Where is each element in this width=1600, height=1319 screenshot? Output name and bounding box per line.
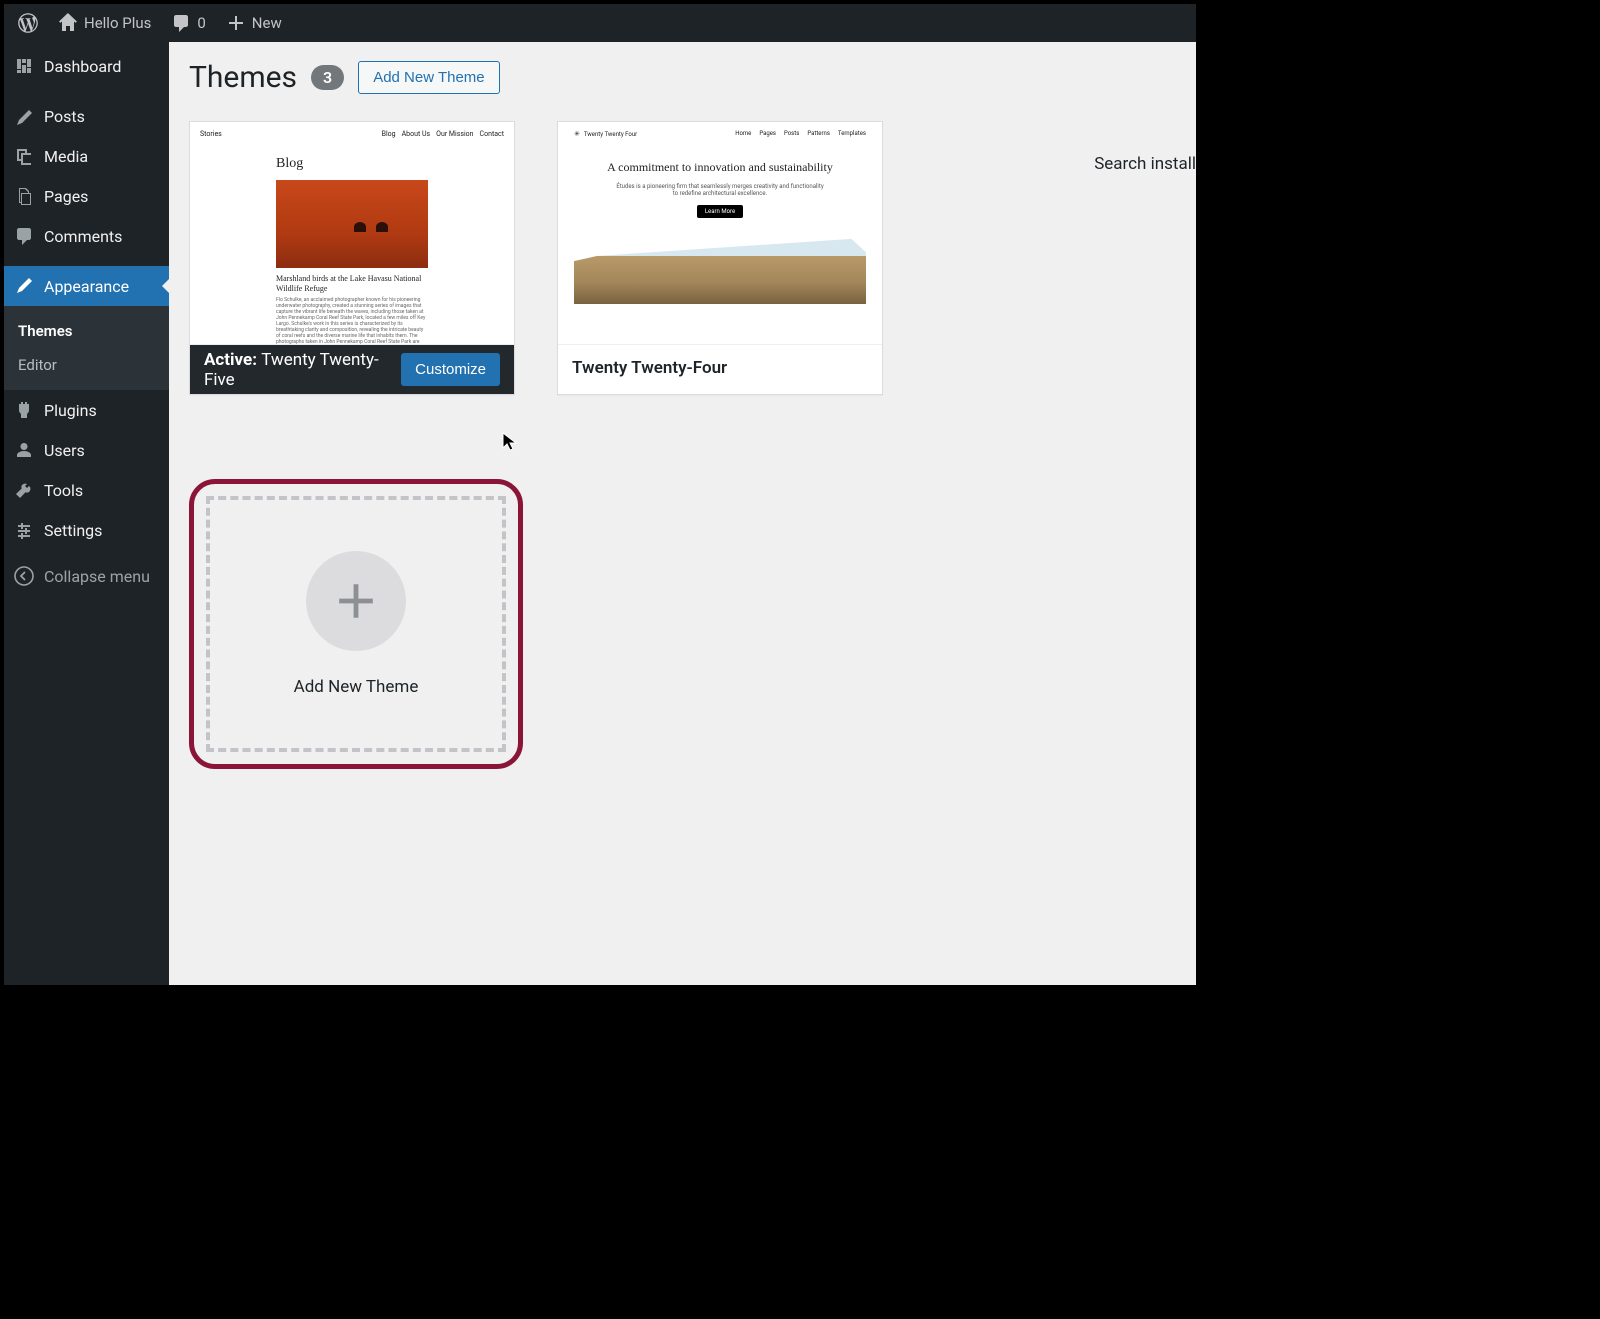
dashboard-icon [14, 56, 34, 76]
menu-label: Collapse menu [44, 567, 150, 586]
plus-icon [332, 577, 380, 625]
menu-label: Settings [44, 521, 102, 540]
shot-heading: Blog [276, 156, 428, 172]
shot-image [276, 180, 428, 268]
collapse-menu[interactable]: Collapse menu [4, 556, 169, 596]
comments-link[interactable]: 0 [163, 4, 213, 42]
submenu-item-editor[interactable]: Editor [4, 348, 169, 382]
sidebar-item-comments[interactable]: Comments [4, 216, 169, 256]
themes-count-badge: 3 [311, 65, 344, 90]
sidebar-item-users[interactable]: Users [4, 430, 169, 470]
search-themes-label: Search install [1094, 154, 1196, 174]
shot-nav: Pages [759, 130, 776, 138]
plus-icon [226, 13, 246, 33]
theme-name: Twenty Twenty-Four [572, 358, 727, 378]
theme-name: Active: Twenty Twenty-Five [204, 350, 401, 390]
appearance-icon [14, 276, 34, 296]
customize-button[interactable]: Customize [401, 353, 500, 386]
submenu-item-themes[interactable]: Themes [4, 314, 169, 348]
shot-nav: Contact [480, 130, 504, 138]
tools-icon [14, 480, 34, 500]
shot-nav: Patterns [807, 130, 830, 138]
shot-nav: Blog [382, 130, 396, 138]
comments-count: 0 [197, 14, 205, 32]
home-icon [58, 13, 78, 33]
site-name: Hello Plus [84, 14, 151, 32]
page-title: Themes [189, 60, 297, 95]
pages-icon [14, 186, 34, 206]
collapse-icon [14, 566, 34, 586]
shot-body: Flo Schulke, an acclaimed photographer k… [276, 297, 428, 344]
admin-sidebar: Dashboard Posts Media Pages Comments [4, 42, 169, 985]
shot-nav: Our Mission [436, 130, 473, 138]
plus-circle-icon [306, 551, 406, 651]
wordpress-icon [18, 13, 38, 33]
theme-footer: Active: Twenty Twenty-Five Customize [190, 344, 514, 394]
shot-cta: Learn More [697, 205, 743, 218]
theme-screenshot: ✳ Twenty Twenty Four Home Pages Posts Pa… [558, 122, 882, 344]
shot-image [574, 230, 866, 304]
new-label: New [252, 14, 282, 32]
appearance-submenu: Themes Editor [4, 306, 169, 390]
menu-label: Dashboard [44, 57, 121, 76]
shot-heading: A commitment to innovation and sustainab… [574, 160, 866, 175]
sidebar-item-settings[interactable]: Settings [4, 510, 169, 550]
users-icon [14, 440, 34, 460]
theme-screenshot: Stories Blog About Us Our Mission Contac… [190, 122, 514, 344]
active-prefix: Active: [204, 350, 257, 370]
sidebar-item-tools[interactable]: Tools [4, 470, 169, 510]
menu-label: Posts [44, 107, 85, 126]
shot-nav: Home [735, 130, 751, 138]
page-header: Themes 3 Add New Theme [189, 60, 1176, 95]
site-name-link[interactable]: Hello Plus [50, 4, 159, 42]
add-new-theme-button[interactable]: Add New Theme [358, 61, 499, 94]
themes-grid: Stories Blog About Us Our Mission Contac… [189, 121, 1176, 769]
shot-nav: Posts [784, 130, 799, 138]
sidebar-item-media[interactable]: Media [4, 136, 169, 176]
menu-label: Media [44, 147, 88, 166]
comment-icon [171, 13, 191, 33]
shot-sub: Études is a pioneering firm that seamles… [614, 183, 826, 197]
plugins-icon [14, 400, 34, 420]
menu-label: Appearance [44, 277, 129, 296]
comments-icon [14, 226, 34, 246]
pin-icon [14, 106, 34, 126]
sidebar-item-pages[interactable]: Pages [4, 176, 169, 216]
shot-nav: Templates [838, 130, 866, 138]
menu-label: Tools [44, 481, 83, 500]
wp-logo[interactable] [10, 4, 46, 42]
menu-label: Plugins [44, 401, 97, 420]
settings-icon [14, 520, 34, 540]
add-new-theme-card[interactable]: Add New Theme [189, 479, 523, 769]
theme-card-twentytwentyfive[interactable]: Stories Blog About Us Our Mission Contac… [189, 121, 515, 395]
new-content-link[interactable]: New [218, 4, 290, 42]
theme-footer: Twenty Twenty-Four [558, 344, 882, 390]
menu-label: Pages [44, 187, 88, 206]
main-content: Themes 3 Add New Theme Search install St… [169, 42, 1196, 985]
sidebar-item-posts[interactable]: Posts [4, 96, 169, 136]
sidebar-item-plugins[interactable]: Plugins [4, 390, 169, 430]
sidebar-item-dashboard[interactable]: Dashboard [4, 46, 169, 86]
sidebar-item-appearance[interactable]: Appearance [4, 266, 169, 306]
admin-bar: Hello Plus 0 New [4, 4, 1196, 42]
shot-site: Twenty Twenty Four [584, 131, 637, 138]
add-card-label: Add New Theme [294, 677, 419, 697]
media-icon [14, 146, 34, 166]
menu-label: Comments [44, 227, 122, 246]
shot-site: Stories [200, 130, 222, 138]
shot-caption: Marshland birds at the Lake Havasu Natio… [276, 274, 428, 293]
menu-label: Users [44, 441, 85, 460]
theme-card-twentytwentyfour[interactable]: ✳ Twenty Twenty Four Home Pages Posts Pa… [557, 121, 883, 395]
shot-nav: About Us [402, 130, 431, 138]
